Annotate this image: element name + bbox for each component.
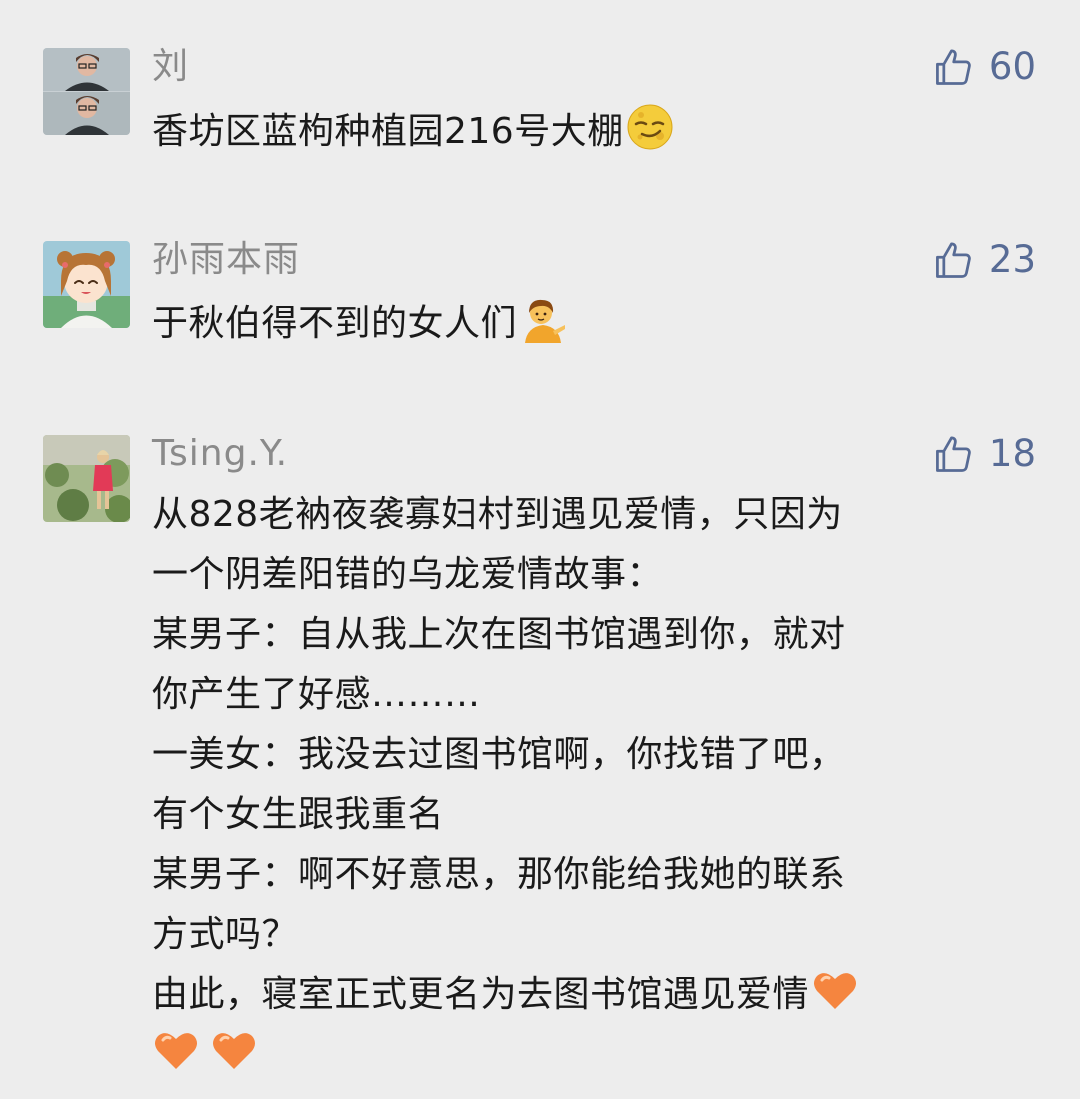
- comment-line: 从828老衲夜袭寡妇村到遇见爱情，只因为: [152, 494, 843, 535]
- orange-heart-emoji-icon: [811, 966, 859, 1014]
- comment-line: 一个阴差阳错的乌龙爱情故事：: [152, 554, 664, 595]
- thumbs-up-icon: [935, 436, 971, 472]
- information-desk-person-emoji-icon: [519, 295, 567, 343]
- commenter-name[interactable]: Tsing.Y.: [152, 431, 288, 477]
- comment-line: 某男子：自从我上次在图书馆遇到你，就对: [152, 614, 846, 655]
- comment-line: 有个女生跟我重名: [152, 794, 445, 835]
- comment-line: 某男子：啊不好意思，那你能给我她的联系: [152, 854, 846, 895]
- comment-text: 从828老衲夜袭寡妇村到遇见爱情，只因为 一个阴差阳错的乌龙爱情故事： 某男子：…: [152, 485, 1032, 1085]
- comment-line: 方式吗？: [152, 914, 299, 955]
- thumbs-up-icon: [935, 242, 971, 278]
- comment-line: [152, 1025, 1032, 1085]
- anime-girl-avatar-icon: [43, 241, 130, 328]
- comment-line: 你产生了好感………: [152, 674, 481, 715]
- smirk-moon-emoji-icon: [626, 103, 674, 151]
- like-button[interactable]: 60: [931, 44, 1036, 90]
- comment-text: 香坊区蓝枸种植园216号大棚: [152, 102, 1032, 162]
- comment-text: 于秋伯得不到的女人们: [152, 294, 1032, 354]
- avatar[interactable]: [43, 241, 130, 328]
- comment-line: 由此，寝室正式更名为去图书馆遇见爱情: [152, 965, 1032, 1025]
- comment-line: 于秋伯得不到的女人们: [152, 294, 1032, 354]
- orange-heart-emoji-icon: [152, 1026, 200, 1074]
- child-in-garden-avatar-icon: [43, 435, 130, 522]
- like-button[interactable]: 18: [931, 431, 1036, 477]
- two-men-photo-avatar-icon: [43, 48, 130, 135]
- comment-line: 香坊区蓝枸种植园216号大棚: [152, 102, 1032, 162]
- like-count: 23: [988, 238, 1036, 281]
- commenter-name[interactable]: 孙雨本雨: [152, 237, 300, 283]
- like-count: 60: [988, 45, 1036, 88]
- orange-heart-emoji-icon: [210, 1026, 258, 1074]
- commenter-name[interactable]: 刘: [152, 44, 189, 90]
- thumbs-up-icon: [935, 49, 971, 85]
- avatar[interactable]: [43, 48, 130, 135]
- like-count: 18: [988, 432, 1036, 475]
- like-button[interactable]: 23: [931, 237, 1036, 283]
- avatar[interactable]: [43, 435, 130, 522]
- comment-line: 一美女：我没去过图书馆啊，你找错了吧，: [152, 734, 846, 775]
